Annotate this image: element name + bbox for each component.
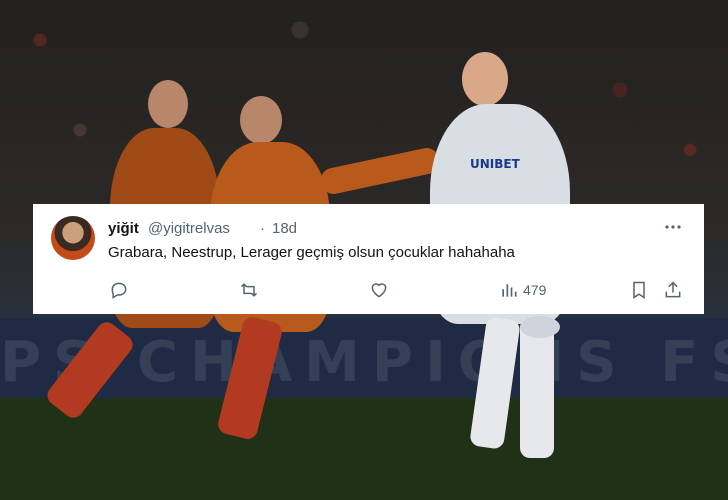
bookmark-icon[interactable]: [629, 280, 649, 300]
user-handle[interactable]: @yigitrelvas: [148, 220, 230, 237]
tweet-text: Grabara, Neestrup, Lerager geçmiş olsun …: [108, 244, 515, 261]
avatar[interactable]: [51, 216, 95, 260]
retweet-icon[interactable]: [239, 280, 259, 300]
share-icon[interactable]: [663, 280, 683, 300]
views-icon[interactable]: [499, 280, 519, 300]
separator-dot: ·: [260, 220, 265, 237]
tweet-card[interactable]: yiğit @yigitrelvas · 18d Grabara, Neestr…: [33, 204, 704, 314]
shirt-sponsor: UNIBET: [470, 157, 520, 171]
more-horizontal-icon[interactable]: [664, 218, 682, 241]
player-head: [240, 96, 282, 144]
heart-icon[interactable]: [369, 280, 389, 300]
reply-icon[interactable]: [109, 280, 129, 300]
football: [520, 316, 560, 338]
views-count[interactable]: 479: [523, 282, 546, 298]
display-name[interactable]: yiğit: [108, 220, 139, 237]
player-head: [148, 80, 188, 128]
tweet-timestamp[interactable]: 18d: [272, 220, 297, 237]
football-pitch: [0, 398, 728, 500]
player-leg: [520, 318, 554, 458]
player-head: [462, 52, 508, 106]
